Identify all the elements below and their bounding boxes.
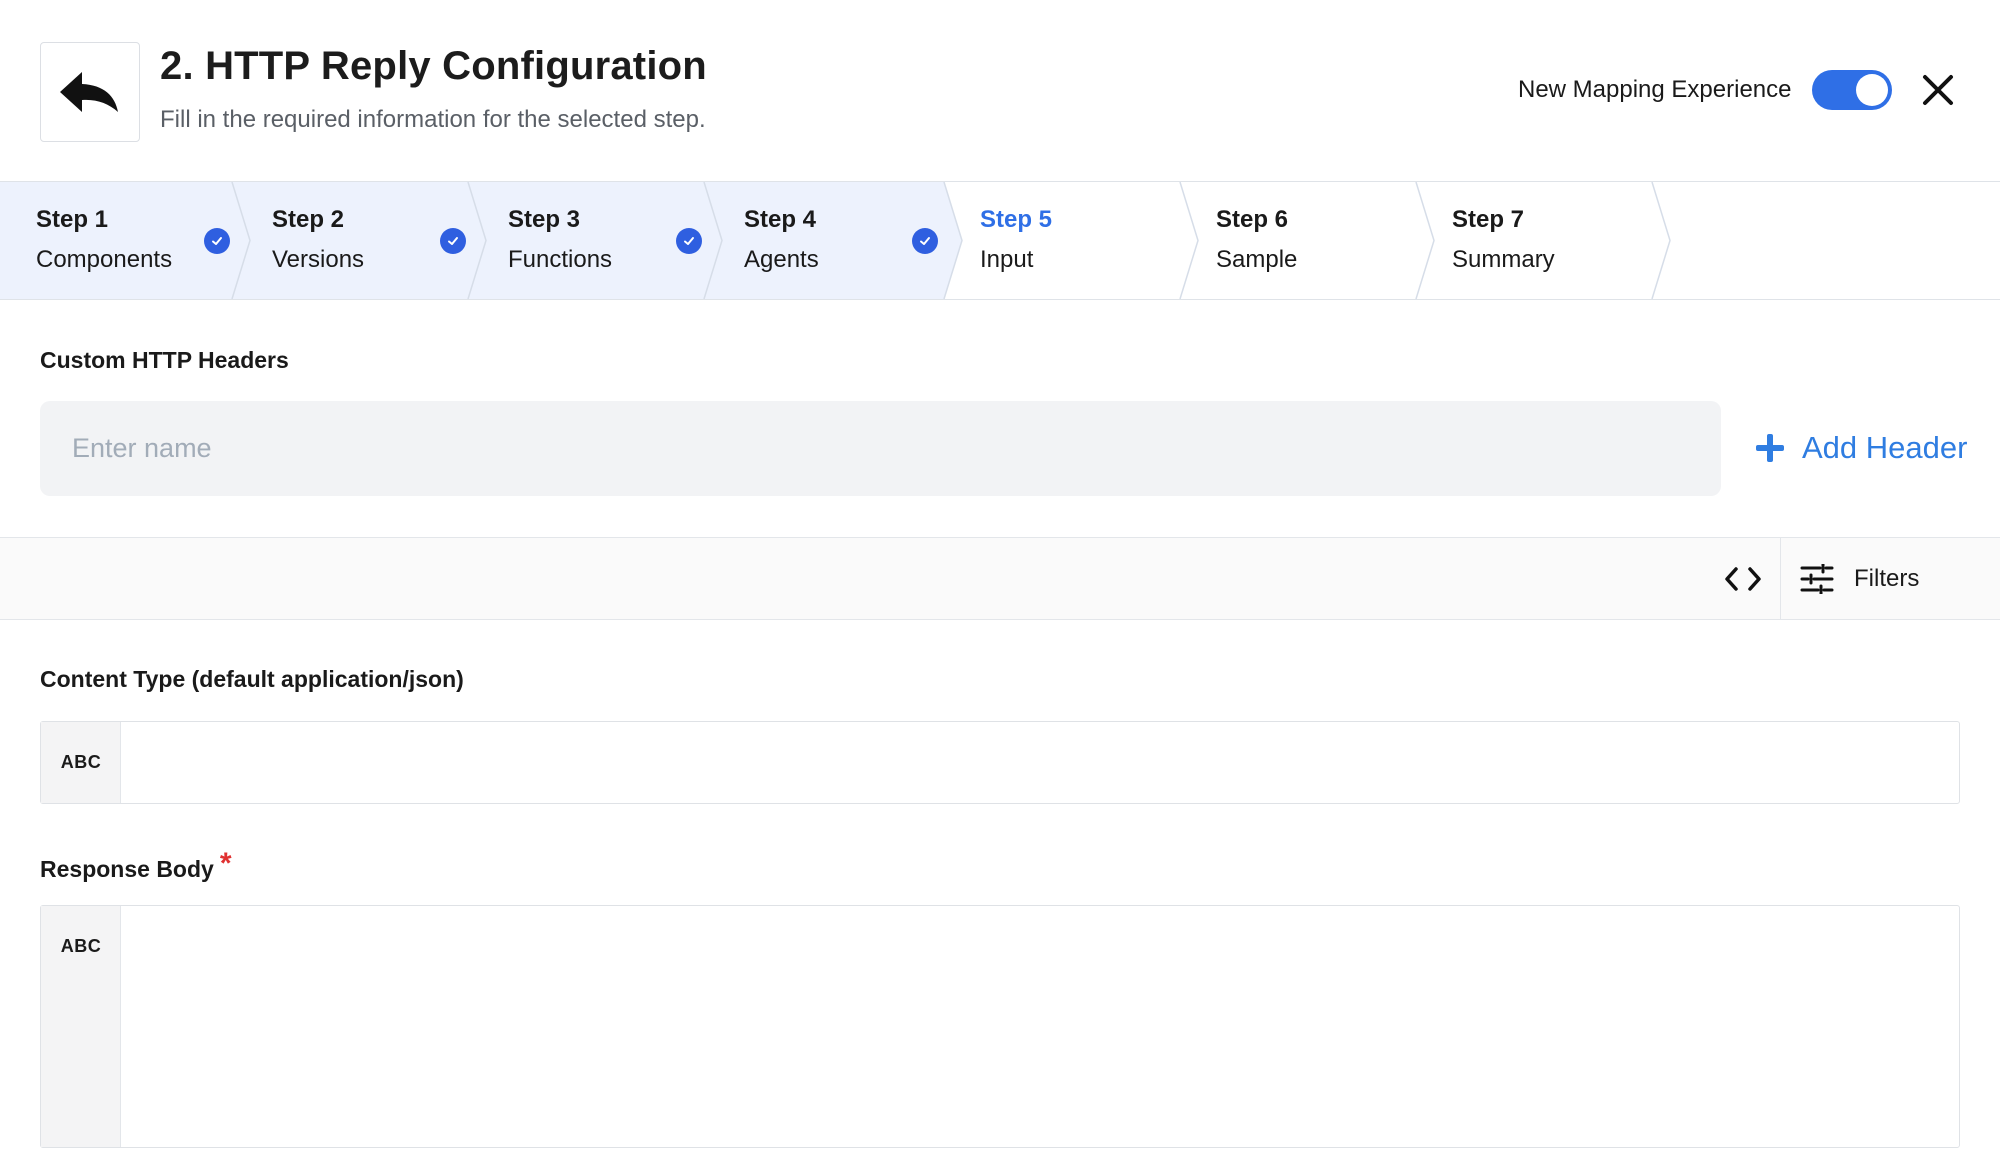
page-header: 2. HTTP Reply Configuration Fill in the … (0, 0, 2000, 181)
step-label: Input (980, 246, 1034, 273)
step-number: Step 5 (980, 206, 1053, 233)
step-label: Agents (744, 246, 819, 273)
check-circle-icon (676, 228, 702, 254)
step-summary[interactable]: Step 7 Summary (1416, 182, 1652, 299)
step-number: Step 6 (1216, 206, 1289, 233)
step-components[interactable]: Step 1 Components (0, 182, 236, 299)
plus-icon (1756, 434, 1784, 462)
type-tag-text: ABC (60, 936, 102, 956)
sliders-icon (1800, 564, 1834, 594)
step-versions[interactable]: Step 2 Versions (236, 182, 472, 299)
add-header-label: Add Header (1802, 430, 1968, 465)
add-header-button[interactable]: Add Header (1756, 424, 1967, 472)
check-circle-icon (440, 228, 466, 254)
step-input[interactable]: Step 5 Input (944, 182, 1180, 299)
mapping-toggle-label: New Mapping Experience (1518, 76, 1792, 103)
type-tag-text: ABC (60, 752, 102, 772)
mapping-toggle[interactable] (1812, 70, 1892, 110)
response-body-input[interactable] (122, 906, 1959, 1147)
reply-arrow-icon (60, 72, 118, 112)
response-body-label: Response Body * (40, 847, 232, 885)
page-subtitle: Fill in the required information for the… (160, 106, 706, 133)
header-name-input[interactable] (40, 401, 1721, 496)
required-indicator: * (219, 847, 232, 880)
close-icon (1923, 75, 1953, 105)
step-number: Step 2 (272, 206, 345, 233)
step-label: Functions (508, 246, 613, 273)
custom-headers-label: Custom HTTP Headers (40, 347, 289, 373)
back-button[interactable] (40, 42, 140, 142)
step-number: Step 7 (1452, 206, 1525, 233)
step-number: Step 3 (508, 206, 581, 233)
response-body-field: ABC (40, 905, 1960, 1148)
mapping-toolbar: Filters (0, 537, 2000, 620)
type-tag: ABC (41, 722, 121, 803)
response-body-label-text: Response Body (40, 856, 214, 882)
step-functions[interactable]: Step 3 Functions (472, 182, 708, 299)
page-title: 2. HTTP Reply Configuration (160, 44, 707, 88)
check-circle-icon (204, 228, 230, 254)
type-tag: ABC (41, 906, 121, 1147)
content-type-field: ABC (40, 721, 1960, 804)
check-circle-icon (912, 228, 938, 254)
code-view-button[interactable] (1718, 554, 1768, 604)
step-label: Sample (1216, 246, 1298, 273)
filters-label: Filters (1854, 565, 1920, 592)
step-number: Step 4 (744, 206, 817, 233)
content-type-input[interactable] (122, 722, 1959, 803)
toggle-knob (1856, 74, 1888, 106)
step-label: Versions (272, 246, 365, 273)
stepper: Step 1 Components Step 2 Versions Step 3… (0, 181, 2000, 300)
close-button[interactable] (1916, 68, 1960, 112)
step-agents[interactable]: Step 4 Agents (708, 182, 944, 299)
step-number: Step 1 (36, 206, 109, 233)
filters-button[interactable]: Filters (1800, 554, 1919, 604)
step-label: Components (36, 246, 173, 273)
step-sample[interactable]: Step 6 Sample (1180, 182, 1416, 299)
toolbar-divider (1780, 538, 1781, 619)
content-type-label: Content Type (default application/json) (40, 666, 464, 692)
code-brackets-icon (1725, 567, 1761, 591)
step-label: Summary (1452, 246, 1555, 273)
